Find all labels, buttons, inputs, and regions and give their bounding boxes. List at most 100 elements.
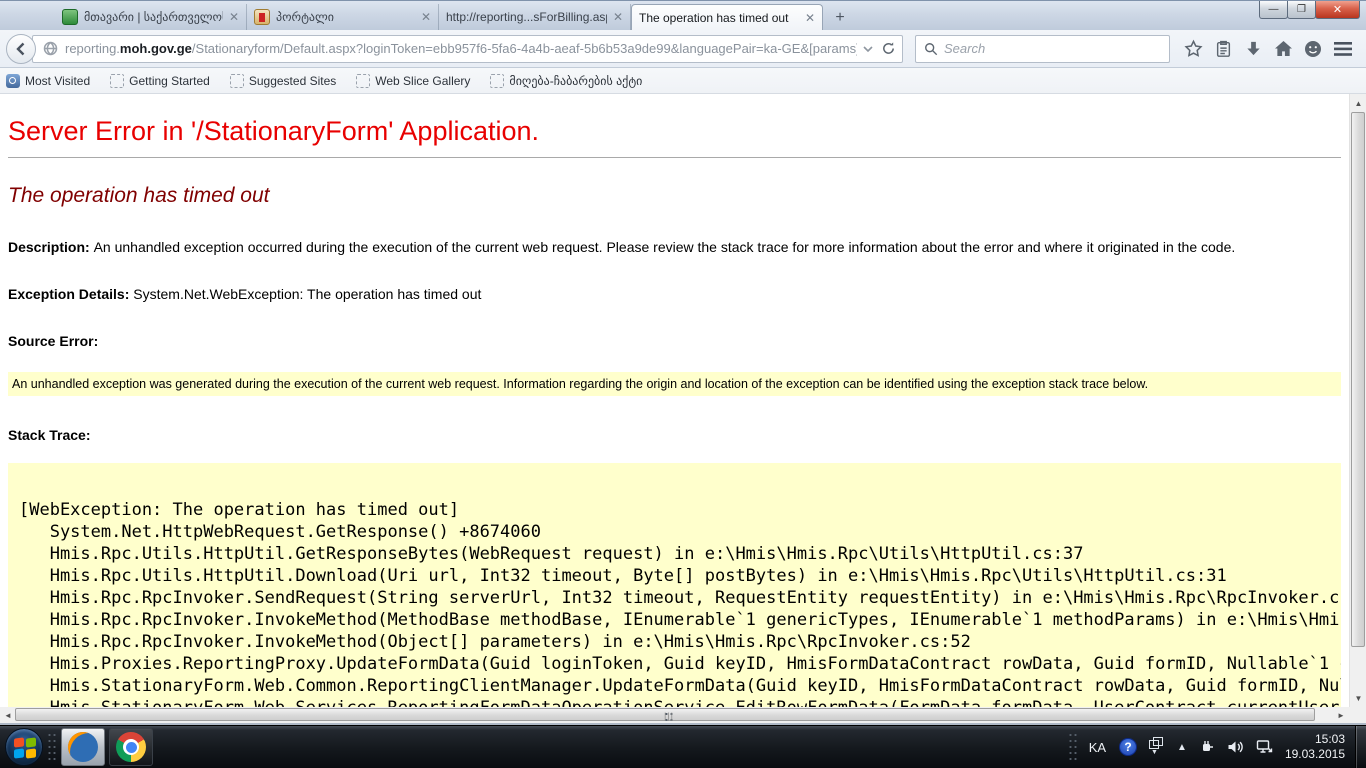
- tab-portal[interactable]: პორტალი ✕: [247, 4, 439, 30]
- dotted-placeholder-icon: [230, 74, 244, 88]
- green-shield-favicon: [62, 9, 78, 25]
- bookmark-suggested-sites[interactable]: Suggested Sites: [230, 74, 336, 88]
- most-visited-icon: [6, 74, 20, 88]
- tab-home[interactable]: მთავარი | საქართველოს... ✕: [55, 4, 247, 30]
- taskbar-firefox-button[interactable]: [61, 728, 105, 766]
- chrome-icon: [116, 732, 146, 762]
- minimize-button[interactable]: —: [1259, 1, 1288, 19]
- divider: [8, 157, 1341, 158]
- tab-label: http://reporting...sForBilling.aspx: [446, 10, 607, 24]
- clock-date: 19.03.2015: [1285, 747, 1345, 762]
- dotted-placeholder-icon: [110, 74, 124, 88]
- tab-close-icon[interactable]: ✕: [805, 11, 815, 25]
- tab-label: მთავარი | საქართველოს...: [84, 10, 223, 24]
- taskbar-grip[interactable]: [47, 732, 57, 762]
- firefox-icon: [68, 732, 98, 762]
- hello-chat-icon[interactable]: [1298, 34, 1328, 64]
- browser-window: მთავარი | საქართველოს... ✕ პორტალი ✕ htt…: [0, 0, 1366, 768]
- volume-icon[interactable]: [1227, 739, 1244, 755]
- bookmark-label: Getting Started: [129, 74, 210, 88]
- search-box[interactable]: Search: [915, 35, 1170, 63]
- tab-close-icon[interactable]: ✕: [229, 10, 239, 24]
- show-desktop-button[interactable]: [1355, 726, 1366, 768]
- globe-icon: [43, 41, 58, 56]
- menu-hamburger-icon[interactable]: [1328, 34, 1358, 64]
- georgia-coat-of-arms-favicon: [254, 9, 270, 25]
- system-tray: KA ? ▼ ▲ 15:03 19.03.2015: [1064, 726, 1366, 768]
- start-button[interactable]: [5, 728, 43, 766]
- bookmark-most-visited[interactable]: Most Visited: [6, 74, 90, 88]
- dotted-placeholder-icon: [490, 74, 504, 88]
- exception-label: Exception Details:: [8, 286, 133, 302]
- restore-button[interactable]: ❐: [1287, 1, 1316, 19]
- description-text: An unhandled exception occurred during t…: [94, 239, 1236, 255]
- tab-label: The operation has timed out: [639, 11, 799, 25]
- language-help-icon[interactable]: ?: [1119, 738, 1137, 756]
- bookmark-web-slice-gallery[interactable]: Web Slice Gallery: [356, 74, 470, 88]
- url-bar[interactable]: reporting.moh.gov.ge/Stationaryform/Defa…: [32, 35, 903, 63]
- search-icon: [924, 42, 938, 56]
- reload-icon[interactable]: [881, 41, 896, 56]
- search-placeholder: Search: [944, 41, 985, 56]
- tab-reporting[interactable]: http://reporting...sForBilling.aspx ✕: [439, 4, 631, 30]
- url-dropdown-icon[interactable]: [863, 45, 873, 53]
- horizontal-scroll-thumb[interactable]: |||: [15, 708, 1315, 721]
- dotted-placeholder-icon: [356, 74, 370, 88]
- back-button[interactable]: [6, 34, 36, 64]
- stack-trace-box: [WebException: The operation has timed o…: [8, 463, 1341, 707]
- browser-content: Server Error in '/StationaryForm' Applic…: [0, 94, 1366, 707]
- url-text: reporting.moh.gov.ge/Stationaryform/Defa…: [65, 41, 857, 56]
- tab-strip: მთავარი | საქართველოს... ✕ პორტალი ✕ htt…: [55, 4, 853, 30]
- error-subtitle: The operation has timed out: [8, 184, 1349, 208]
- source-error-box: An unhandled exception was generated dur…: [8, 372, 1341, 396]
- bookmark-star-icon[interactable]: [1178, 34, 1208, 64]
- home-icon[interactable]: [1268, 34, 1298, 64]
- stack-trace-text: [WebException: The operation has timed o…: [8, 463, 1341, 707]
- vertical-scroll-thumb[interactable]: [1351, 112, 1365, 647]
- windows-taskbar: KA ? ▼ ▲ 15:03 19.03.2015: [0, 725, 1366, 768]
- clock-time: 15:03: [1285, 732, 1345, 747]
- stack-trace-label: Stack Trace:: [8, 427, 1349, 443]
- page-title: Server Error in '/StationaryForm' Applic…: [8, 116, 1349, 147]
- vertical-scrollbar[interactable]: ▲ ▼: [1349, 94, 1366, 707]
- power-plug-icon[interactable]: [1199, 739, 1215, 755]
- description-label: Description:: [8, 239, 94, 255]
- description-paragraph: Description: An unhandled exception occu…: [8, 239, 1349, 255]
- tab-error-active[interactable]: The operation has timed out ✕: [631, 4, 823, 30]
- source-error-label: Source Error:: [8, 333, 1349, 349]
- language-indicator[interactable]: KA: [1089, 740, 1106, 755]
- tray-grip[interactable]: [1068, 732, 1078, 762]
- downloads-icon[interactable]: [1238, 34, 1268, 64]
- new-tab-button[interactable]: +: [827, 8, 853, 30]
- title-bar: მთავარი | საქართველოს... ✕ პორტალი ✕ htt…: [0, 0, 1366, 30]
- network-icon[interactable]: [1256, 739, 1273, 755]
- windows-flag-icon: [14, 737, 24, 747]
- bookmark-label: Web Slice Gallery: [375, 74, 470, 88]
- bookmark-label: Suggested Sites: [249, 74, 336, 88]
- scrollbar-corner: [1349, 707, 1366, 723]
- taskbar-chrome-button[interactable]: [109, 728, 153, 766]
- show-hidden-icons-button[interactable]: ▲: [1177, 742, 1187, 753]
- language-bar-options-icon[interactable]: ▼: [1149, 740, 1165, 754]
- scroll-up-arrow[interactable]: ▲: [1350, 97, 1366, 109]
- scroll-left-arrow[interactable]: ◄: [2, 707, 14, 723]
- close-button[interactable]: ✕: [1315, 1, 1360, 19]
- taskbar-clock[interactable]: 15:03 19.03.2015: [1285, 732, 1345, 762]
- bookmark-label: Most Visited: [25, 74, 90, 88]
- url-subdomain: reporting.: [65, 41, 120, 56]
- exception-paragraph: Exception Details: System.Net.WebExcepti…: [8, 286, 1349, 302]
- bookmark-getting-started[interactable]: Getting Started: [110, 74, 210, 88]
- tab-close-icon[interactable]: ✕: [613, 10, 623, 24]
- bookmarks-menu-icon[interactable]: [1208, 34, 1238, 64]
- scroll-down-arrow[interactable]: ▼: [1350, 692, 1366, 704]
- window-controls: — ❐ ✕: [1260, 1, 1360, 19]
- bookmark-georgian-act[interactable]: მიღება-ჩაბარების აქტი: [490, 74, 642, 88]
- bookmarks-toolbar: Most Visited Getting Started Suggested S…: [0, 68, 1366, 94]
- toolbar-icons: [1178, 34, 1358, 64]
- navigation-toolbar: reporting.moh.gov.ge/Stationaryform/Defa…: [0, 30, 1366, 68]
- horizontal-scrollbar[interactable]: ◄ ||| ►: [0, 707, 1349, 723]
- tab-close-icon[interactable]: ✕: [421, 10, 431, 24]
- url-domain: moh.gov.ge: [120, 41, 192, 56]
- scroll-right-arrow[interactable]: ►: [1335, 707, 1347, 723]
- url-path: /Stationaryform/Default.aspx?loginToken=…: [192, 41, 857, 56]
